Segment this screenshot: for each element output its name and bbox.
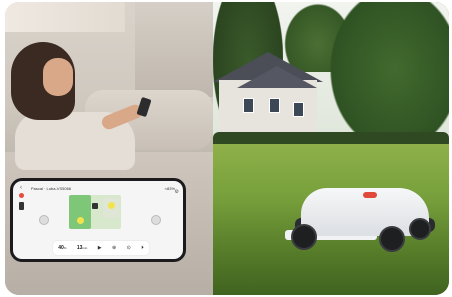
settings-icon[interactable]: ⚙ [175,189,179,195]
mower-wheel [379,226,405,252]
house-roof-front [237,66,317,88]
lawn-map[interactable] [69,195,121,229]
battery-status: ≈83% [164,186,175,191]
woman-face [43,58,73,96]
time-unit: min [82,246,88,250]
house-window [293,102,304,117]
house-window [243,98,254,113]
app-screen: ‹ Pascal · Luba-VS5066 ≈83% ⚙ 40% 13min … [13,181,183,259]
target-icon[interactable]: ⊕ [112,245,116,251]
mower-wheel [409,218,431,240]
time-stat: 13min [77,245,87,251]
mower-wheel [291,224,317,250]
progress-stat: 40% [58,245,66,251]
lawn-mower-photo [213,2,449,295]
mower-location-icon [92,203,98,209]
hero-image: ‹ Pascal · Luba-VS5066 ≈83% ⚙ 40% 13min … [5,2,449,295]
window-light [5,2,125,32]
back-icon[interactable]: ‹ [20,185,22,191]
tree [329,2,449,152]
house [213,52,323,144]
next-icon[interactable]: ⏵ [141,245,144,251]
record-icon[interactable]: ⊙ [127,245,131,251]
mower-sensor [363,192,377,198]
alert-icon[interactable] [19,193,24,198]
device-icon[interactable] [19,202,24,210]
phone-mockup: ‹ Pascal · Luba-VS5066 ≈83% ⚙ 40% 13min … [10,178,186,262]
background-furniture [135,2,213,97]
zoom-in-button[interactable] [151,215,161,225]
device-title: Pascal · Luba-VS5066 [31,186,72,191]
play-icon[interactable]: ▶ [98,245,102,251]
zoom-out-button[interactable] [39,215,49,225]
map-marker[interactable] [108,202,115,209]
robot-mower [285,188,439,254]
house-window [269,98,280,113]
control-bar: 40% 13min ▶ ⊕ ⊙ ⏵ [53,241,149,255]
tool-icons [19,193,25,214]
progress-unit: % [63,246,67,250]
map-marker[interactable] [77,217,84,224]
